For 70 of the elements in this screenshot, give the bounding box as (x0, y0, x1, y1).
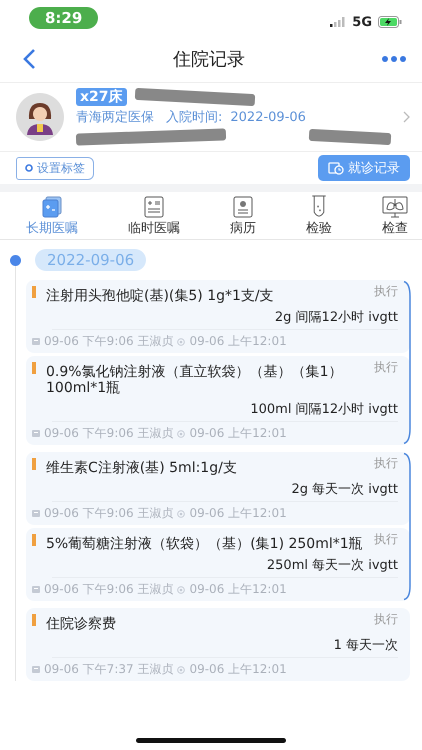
order-marker (32, 534, 36, 546)
order-name: 注射用头孢他啶(基)(集5) 1g*1支/支 (46, 287, 275, 304)
viewed-info: 09-06 上午12:01 (189, 505, 287, 522)
order-status: 执行 (374, 283, 398, 300)
tab[interactable]: 检查 (382, 192, 408, 239)
order-card[interactable]: 5%葡萄糖注射液（软袋）（基）(集1) 250ml*1瓶 执行 250ml 每天一次 ivgtt 09-06 下午9:06 王淑贞 09-06 上午12:01 (26, 528, 410, 601)
eye-icon (177, 430, 186, 438)
viewed-info: 09-06 上午12:01 (189, 661, 287, 678)
test-tube-icon (311, 195, 327, 218)
created-info: 09-06 下午9:06 王淑贞 (44, 505, 174, 522)
order-marker (32, 286, 36, 298)
bed-badge: x27床 (76, 88, 127, 106)
created-info: 09-06 下午9:06 王淑贞 (44, 581, 174, 598)
admit-label: 入院时间: (166, 109, 222, 126)
order-card[interactable]: 0.9%氯化钠注射液（直立软袋）（基）（集1） 100ml*1瓶 执行 100ml 间隔12小时 ivgtt 09-06 下午9:06 王淑贞 09-06 上午12:01 (26, 356, 410, 445)
lungs-icon (382, 196, 408, 218)
insurance-label: 青海两定医保 (76, 109, 154, 126)
order-status: 执行 (374, 455, 398, 472)
viewed-info: 09-06 上午12:01 (189, 333, 287, 350)
admit-date: 2022-09-06 (230, 110, 306, 124)
card-icon (32, 666, 40, 673)
created-info: 09-06 下午7:37 王淑贞 (44, 661, 174, 678)
tab[interactable]: 病历 (230, 192, 256, 239)
order-name: 住院诊察费 (46, 615, 117, 632)
order-dosage: 100ml 间隔12小时 ivgtt (52, 396, 398, 422)
card-icon (32, 586, 40, 593)
timeline-dot (10, 254, 21, 266)
order-card[interactable]: 注射用头孢他啶(基)(集5) 1g*1支/支 执行 2g 间隔12小时 ivgtt 09-06 下午9:06 王淑贞 09-06 上午12:01 (26, 280, 410, 353)
tab[interactable]: 检验 (306, 192, 332, 239)
order-dosage: 250ml 每天一次 ivgtt (52, 552, 398, 578)
signal-icon (330, 17, 346, 27)
tag-icon (25, 164, 33, 172)
created-info: 09-06 下午9:06 王淑贞 (44, 333, 174, 350)
card-icon (32, 430, 40, 437)
order-card[interactable]: 住院诊察费 执行 1 每天一次 09-06 下午7:37 王淑贞 09-06 上午12:01 (26, 608, 410, 681)
calendar-clock-icon (328, 161, 344, 175)
status-time: 8:29 (29, 7, 98, 29)
order-dosage: 2g 间隔12小时 ivgtt (52, 304, 398, 330)
order-status: 执行 (374, 611, 398, 628)
viewed-info: 09-06 上午12:01 (189, 581, 287, 598)
order-marker (32, 614, 36, 626)
order-status: 执行 (374, 531, 398, 548)
page-title: 住院记录 (173, 48, 245, 71)
tab[interactable]: 临时医嘱 (128, 192, 180, 239)
avatar-icon (16, 93, 64, 141)
eye-icon (177, 666, 186, 674)
document-icon (41, 196, 63, 218)
order-name: 维生素C注射液(基) 5ml:1g/支 (46, 459, 238, 476)
eye-icon (177, 586, 186, 594)
order-marker (32, 458, 36, 470)
card-icon (32, 338, 40, 345)
created-info: 09-06 下午9:06 王淑贞 (44, 425, 174, 442)
eye-icon (177, 510, 186, 518)
network-label: 5G (352, 14, 372, 30)
order-marker (32, 362, 36, 374)
order-dosage: 1 每天一次 (52, 632, 398, 658)
eye-icon (177, 338, 186, 346)
report-icon (233, 196, 253, 218)
order-card[interactable]: 维生素C注射液(基) 5ml:1g/支 执行 2g 每天一次 ivgtt 09-06 下午9:06 王淑贞 09-06 上午12:01 (26, 452, 410, 525)
order-name: 0.9%氯化钠注射液（直立软袋）（基）（集1） 100ml*1瓶 (46, 363, 344, 396)
back-icon[interactable] (22, 48, 36, 70)
order-status: 执行 (374, 359, 398, 376)
viewed-info: 09-06 上午12:01 (189, 425, 287, 442)
order-dosage: 2g 每天一次 ivgtt (52, 476, 398, 502)
order-name: 5%葡萄糖注射液（软袋）（基）(集1) 250ml*1瓶 (46, 535, 364, 552)
card-icon (32, 510, 40, 517)
list-icon (144, 196, 164, 218)
battery-icon (378, 16, 402, 28)
more-icon[interactable] (382, 56, 406, 62)
date-pill: 2022-09-06 (35, 249, 146, 271)
